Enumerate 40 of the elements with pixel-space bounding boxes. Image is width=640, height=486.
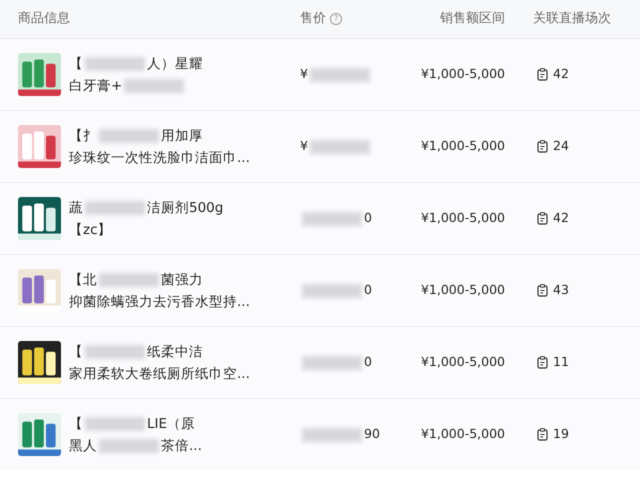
- clipboard-icon: [537, 428, 548, 441]
- sales-range: ¥1,000-5,000: [420, 65, 505, 84]
- session-count[interactable]: 43: [553, 281, 569, 300]
- sales-range: ¥1,000-5,000: [420, 281, 505, 300]
- clipboard-icon: [537, 68, 548, 81]
- product-name: 【 人）星耀: [69, 56, 203, 72]
- sales-range: ¥1,000-5,000: [420, 137, 505, 156]
- price-text: ¥: [300, 137, 372, 156]
- sales-range: ¥1,000-5,000: [420, 353, 505, 372]
- product-name: 白牙膏+: [69, 78, 186, 94]
- price-text: ¥: [300, 65, 372, 84]
- column-header: 关联直播场次: [533, 10, 611, 28]
- product-name: 家用柔软大卷纸厕所纸巾空...: [69, 366, 250, 382]
- column-header: 售价: [300, 10, 326, 28]
- session-count[interactable]: 42: [553, 209, 569, 228]
- session-count[interactable]: 11: [553, 353, 569, 372]
- sales-range: ¥1,000-5,000: [420, 425, 505, 444]
- clipboard-icon: [537, 356, 548, 369]
- product-name: 蔬 洁厕剂500g: [69, 200, 224, 216]
- column-header: 销售额区间: [440, 10, 505, 28]
- product-name: 珍珠纹一次性洗脸巾洁面巾...: [69, 150, 250, 166]
- product-name: 【扌 用加厚: [69, 128, 203, 144]
- clipboard-icon: [537, 284, 548, 297]
- product-name: 抑菌除螨强力去污香水型持...: [69, 294, 250, 310]
- product-name: 【北 菌强力: [69, 272, 203, 288]
- product-name: 【 纸柔中洁: [69, 344, 203, 360]
- session-count[interactable]: 19: [553, 425, 569, 444]
- clipboard-icon: [537, 212, 548, 225]
- sales-range: ¥1,000-5,000: [420, 209, 505, 228]
- price-text: 0: [300, 281, 372, 300]
- session-count[interactable]: 24: [553, 137, 569, 156]
- price-text: 0: [300, 353, 372, 372]
- price-text: 90: [300, 425, 380, 444]
- column-header: 商品信息: [18, 10, 70, 28]
- product-name: 【 LIE（原: [69, 416, 196, 432]
- session-count[interactable]: 42: [553, 65, 569, 84]
- price-text: 0: [300, 209, 372, 228]
- clipboard-icon: [537, 140, 548, 153]
- product-name: 【zc】: [69, 222, 112, 238]
- product-name: 黑人 茶倍...: [69, 438, 202, 454]
